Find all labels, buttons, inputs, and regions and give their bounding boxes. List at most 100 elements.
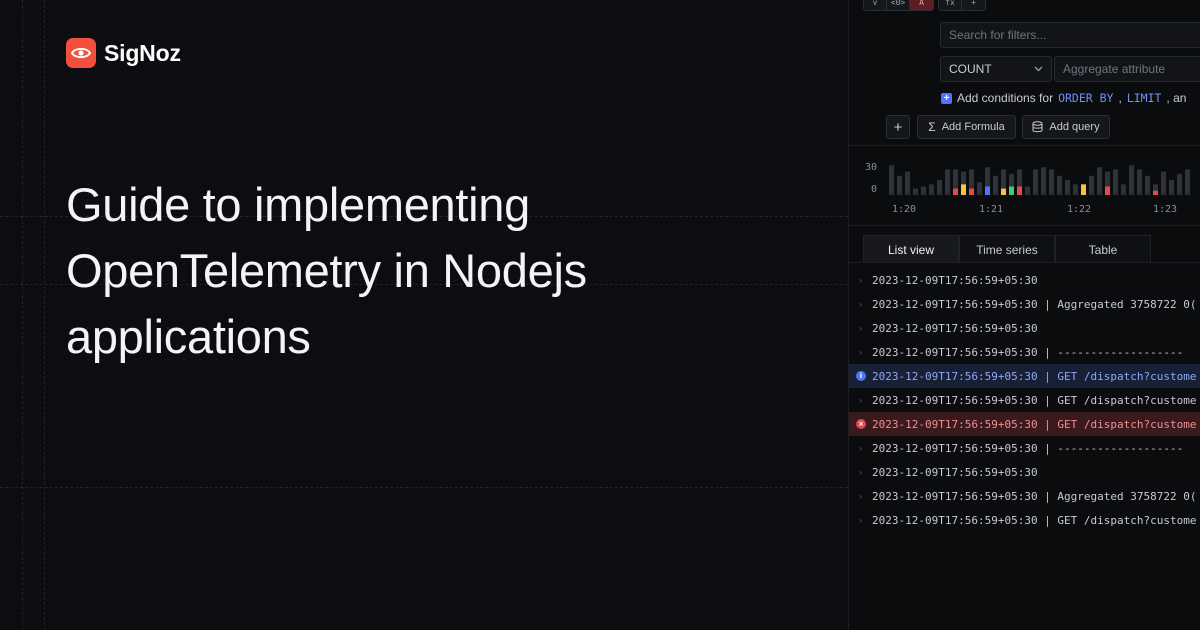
tab-list-view[interactable]: List view (863, 235, 959, 263)
add-formula-label: Add Formula (941, 121, 1005, 133)
log-row[interactable]: › 2023-12-09T17:56:59+05:30 (849, 316, 1200, 340)
log-text: 2023-12-09T17:56:59+05:30 | GET /dispatc… (872, 417, 1197, 431)
error-icon: × (856, 419, 866, 429)
histogram-bar-segment (1009, 186, 1014, 195)
chevron-right-icon[interactable]: › (849, 396, 872, 405)
chevron-right-icon[interactable]: › (849, 324, 872, 333)
log-row[interactable]: › 2023-12-09T17:56:59+05:30 | GET /dispat… (849, 388, 1200, 412)
visibility-icon[interactable]: <0> (887, 0, 910, 10)
histogram-bar (993, 175, 998, 195)
add-query-button[interactable]: Add query (1022, 115, 1110, 139)
divider (849, 145, 1200, 146)
histogram-bar (1097, 167, 1102, 195)
log-row[interactable]: × 2023-12-09T17:56:59+05:30 | GET /dispat… (849, 412, 1200, 436)
y-tick-label: 30 (865, 162, 877, 173)
histogram-bar-segment (953, 188, 958, 195)
chevron-right-icon[interactable]: › (849, 492, 872, 501)
tab-time-series[interactable]: Time series (959, 235, 1055, 263)
collapse-icon[interactable]: v (864, 0, 887, 10)
title-line: OpenTelemetry in Nodejs (66, 244, 587, 297)
signoz-logo: SigNoz (66, 38, 181, 68)
histogram-bar (1161, 171, 1166, 195)
histogram-bar (913, 188, 918, 195)
log-row[interactable]: › 2023-12-09T17:56:59+05:30 | -----------… (849, 340, 1200, 364)
histogram-bar (889, 165, 894, 195)
tab-table[interactable]: Table (1055, 235, 1151, 263)
y-tick-label: 0 (871, 184, 877, 195)
function-icon[interactable]: fx (939, 0, 962, 10)
log-text: 2023-12-09T17:56:59+05:30 (872, 273, 1038, 287)
add-button[interactable]: + (886, 115, 910, 139)
histogram-bar (1129, 165, 1134, 195)
view-tabs: List view Time series Table (863, 235, 1151, 263)
chevron-right-icon[interactable]: › (849, 516, 872, 525)
log-text: 2023-12-09T17:56:59+05:30 | GET /dispatc… (872, 369, 1197, 383)
histogram-bar (1185, 169, 1190, 195)
histogram-bar (1057, 175, 1062, 195)
divider (849, 262, 1200, 263)
histogram-bar (945, 169, 950, 195)
add-query-label: Add query (1049, 121, 1100, 133)
log-row[interactable]: i 2023-12-09T17:56:59+05:30 | GET /dispat… (849, 364, 1200, 388)
histogram-bar (1041, 167, 1046, 195)
page-title: Guide to implementing OpenTelemetry in N… (66, 172, 766, 370)
grid-line (0, 487, 848, 488)
logs-explorer-panel: v <0> A fx + Search for filters... COUNT… (848, 0, 1200, 630)
histogram-bar (1025, 186, 1030, 195)
x-tick-label: 1:23 (1153, 204, 1177, 215)
grid-line (44, 0, 45, 630)
chevron-right-icon[interactable]: › (849, 468, 872, 477)
histogram-bar-segment (1153, 190, 1158, 195)
add-formula-button[interactable]: Σ Add Formula (917, 115, 1016, 139)
x-tick-label: 1:21 (979, 204, 1003, 215)
log-row[interactable]: › 2023-12-09T17:56:59+05:30 (849, 268, 1200, 292)
log-row[interactable]: › 2023-12-09T17:56:59+05:30 | Aggregated … (849, 292, 1200, 316)
x-tick-label: 1:20 (892, 204, 916, 215)
histogram-bar (1033, 169, 1038, 195)
log-text: 2023-12-09T17:56:59+05:30 | GET /dispatc… (872, 393, 1197, 407)
log-text: 2023-12-09T17:56:59+05:30 | ------------… (872, 441, 1184, 455)
conditions-separator: , (1118, 91, 1122, 105)
histogram-bar (1145, 175, 1150, 195)
log-row[interactable]: › 2023-12-09T17:56:59+05:30 | GET /dispat… (849, 508, 1200, 532)
query-label-a[interactable]: A (910, 0, 933, 10)
chevron-right-icon[interactable]: › (849, 348, 872, 357)
conditions-prefix: Add conditions for (957, 91, 1054, 105)
aggregate-attribute-input[interactable]: Aggregate attribute (1054, 56, 1200, 82)
title-line: applications (66, 310, 311, 363)
log-row[interactable]: › 2023-12-09T17:56:59+05:30 | Aggregated … (849, 484, 1200, 508)
chevron-right-icon[interactable]: › (849, 444, 872, 453)
histogram-bar (1065, 180, 1070, 195)
search-input[interactable]: Search for filters... (940, 22, 1200, 48)
histogram-bar (1177, 173, 1182, 195)
histogram-bar-segment (1001, 188, 1006, 195)
histogram-bar (937, 180, 942, 195)
log-text: 2023-12-09T17:56:59+05:30 | Aggregated 3… (872, 489, 1197, 503)
grid-line (22, 0, 23, 630)
chevron-right-icon[interactable]: › (849, 276, 872, 285)
log-text: 2023-12-09T17:56:59+05:30 | GET /dispatc… (872, 513, 1197, 527)
histogram-bar (1089, 175, 1094, 195)
chevron-right-icon[interactable]: › (849, 300, 872, 309)
plus-icon: + (941, 92, 952, 104)
aggregate-operator-select[interactable]: COUNT (940, 56, 1052, 82)
histogram-bar (905, 171, 910, 195)
hero-section: SigNoz Guide to implementing OpenTelemet… (0, 0, 848, 630)
eye-icon (66, 38, 96, 68)
histogram-bar (921, 186, 926, 195)
histogram-bar-segment (961, 184, 966, 195)
add-icon[interactable]: + (962, 0, 985, 10)
chevron-down-icon (1034, 66, 1043, 72)
histogram-bar (1137, 169, 1142, 195)
x-tick-label: 1:22 (1067, 204, 1091, 215)
add-conditions-link[interactable]: + Add conditions for ORDER BY , LIMIT , … (941, 91, 1186, 105)
histogram-bar-segment (969, 188, 974, 195)
histogram-bar (1113, 169, 1118, 195)
aggregate-operator-value: COUNT (949, 62, 992, 76)
sigma-icon: Σ (928, 120, 936, 134)
histogram-bar (1121, 184, 1126, 195)
histogram-bar-segment (1081, 184, 1086, 195)
histogram-bar (929, 184, 934, 195)
log-row[interactable]: › 2023-12-09T17:56:59+05:30 | -----------… (849, 436, 1200, 460)
log-row[interactable]: › 2023-12-09T17:56:59+05:30 (849, 460, 1200, 484)
